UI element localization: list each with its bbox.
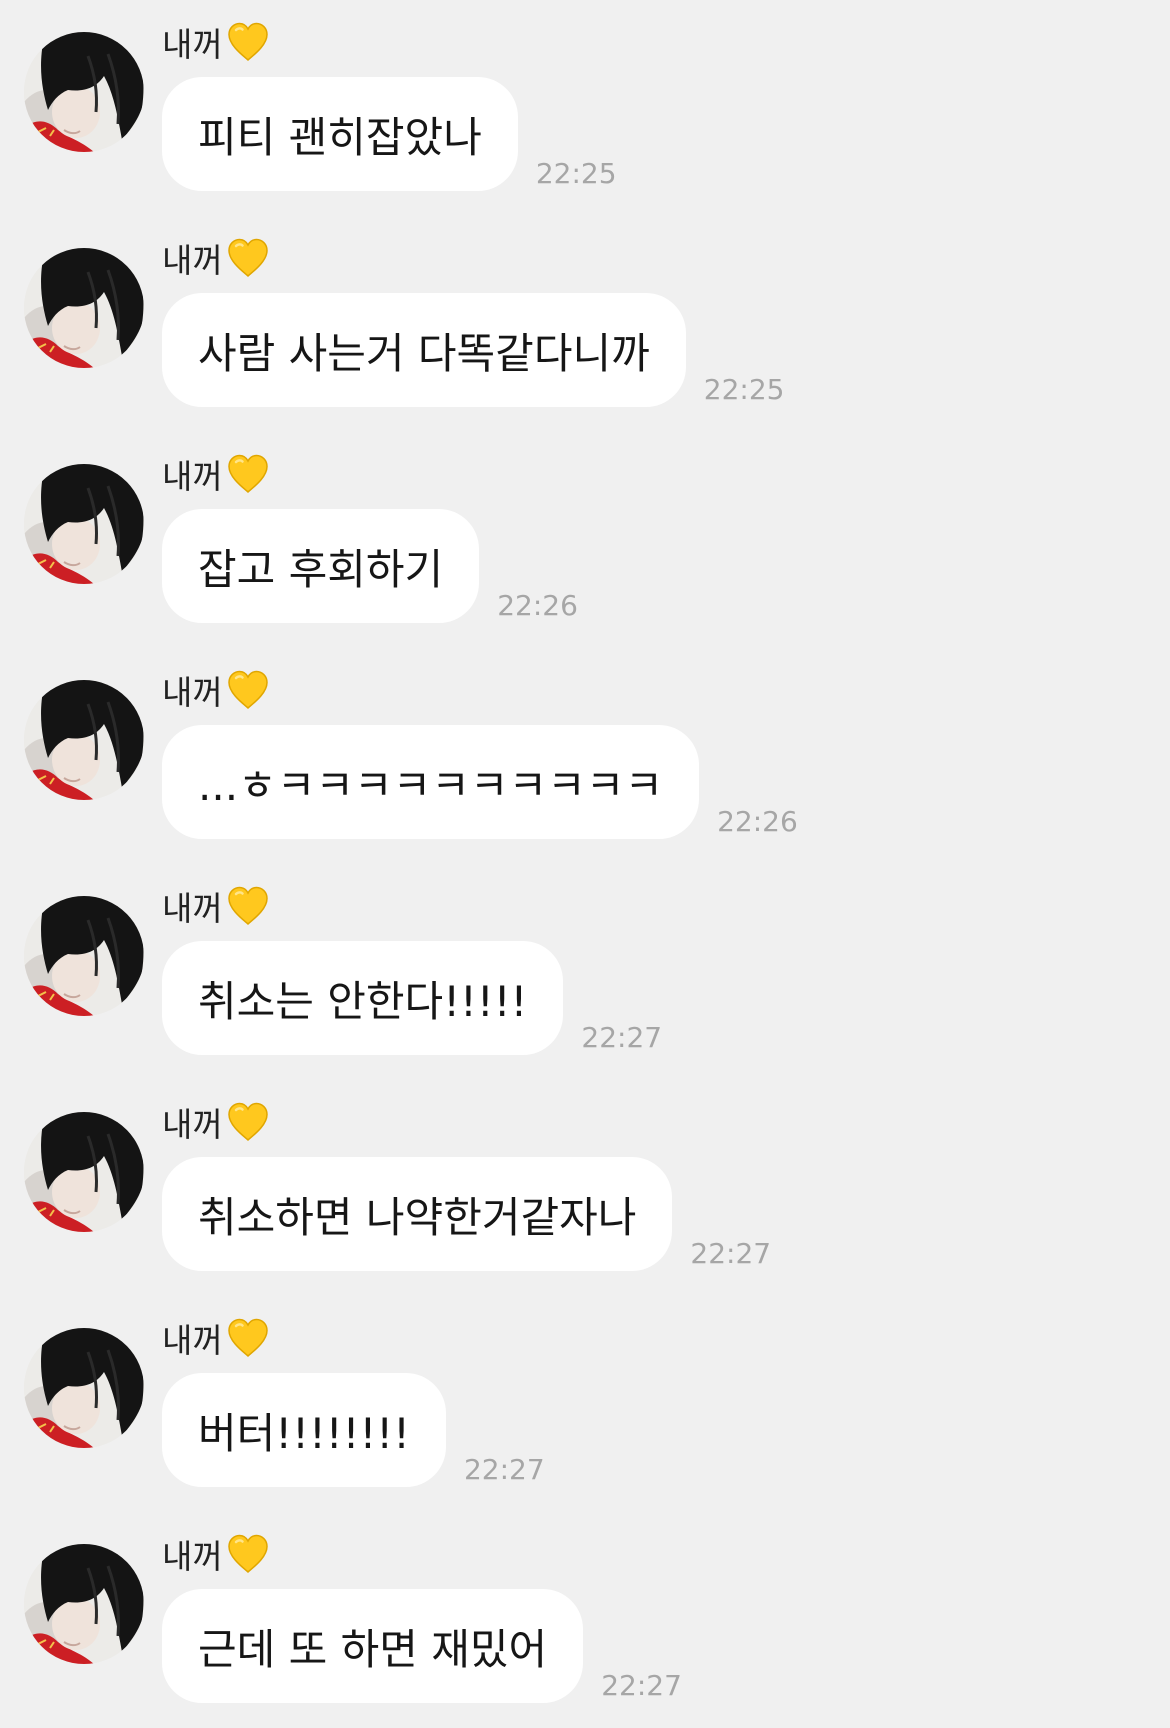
sender-avatar[interactable] <box>24 464 144 584</box>
message-row: ...ㅎㅋㅋㅋㅋㅋㅋㅋㅋㅋㅋ 22:26 <box>162 725 798 839</box>
chat-message: 내꺼 버터!!!!!!!! 22:27 <box>0 1296 1170 1512</box>
message-bubble[interactable]: 취소는 안한다!!!!! <box>162 941 564 1055</box>
yellow-heart-icon <box>225 1099 271 1145</box>
sender-name-row: 내꺼 <box>162 1314 271 1362</box>
sender-name-row: 내꺼 <box>162 450 271 498</box>
sender-name-row: 내꺼 <box>162 18 271 66</box>
message-bubble[interactable]: 버터!!!!!!!! <box>162 1373 446 1487</box>
sender-name: 내꺼 <box>162 25 223 64</box>
yellow-heart-icon <box>225 235 271 281</box>
sender-name-row: 내꺼 <box>162 882 271 930</box>
yellow-heart-icon <box>225 451 271 497</box>
chat-message: 내꺼 사람 사는거 다똑같다니까 22:25 <box>0 216 1170 432</box>
sender-avatar[interactable] <box>24 680 144 800</box>
sender-name-row: 내꺼 <box>162 1098 271 1146</box>
sender-avatar[interactable] <box>24 1544 144 1664</box>
chat-message: 내꺼 잡고 후회하기 22:26 <box>0 432 1170 648</box>
message-bubble[interactable]: 피티 괜히잡았나 <box>162 77 518 191</box>
sender-name: 내꺼 <box>162 1321 223 1360</box>
message-time: 22:27 <box>690 1237 772 1270</box>
sender-name-row: 내꺼 <box>162 1530 271 1578</box>
sender-name: 내꺼 <box>162 241 223 280</box>
message-row: 피티 괜히잡았나 22:25 <box>162 77 617 191</box>
message-bubble[interactable]: 사람 사는거 다똑같다니까 <box>162 293 686 407</box>
yellow-heart-icon <box>225 1315 271 1361</box>
chat-message: 내꺼 취소는 안한다!!!!! 22:27 <box>0 864 1170 1080</box>
chat-message: 내꺼 취소하면 나약한거같자나 22:27 <box>0 1080 1170 1296</box>
yellow-heart-icon <box>225 19 271 65</box>
message-time: 22:27 <box>463 1453 545 1486</box>
chat-message-list[interactable]: 내꺼 피티 괜히잡았나 22:25 내꺼 사람 사는거 다똑같다니까 22:25… <box>0 0 1170 1728</box>
sender-name: 내꺼 <box>162 1105 223 1144</box>
yellow-heart-icon <box>225 667 271 713</box>
sender-name-row: 내꺼 <box>162 234 271 282</box>
message-time: 22:26 <box>497 589 578 622</box>
message-row: 취소하면 나약한거같자나 22:27 <box>162 1157 771 1271</box>
sender-avatar[interactable] <box>24 32 144 152</box>
sender-name-row: 내꺼 <box>162 666 271 714</box>
sender-avatar[interactable] <box>24 248 144 368</box>
chat-message: 내꺼 근데 또 하면 재밌어 22:27 <box>0 1512 1170 1728</box>
message-row: 취소는 안한다!!!!! 22:27 <box>162 941 662 1055</box>
message-bubble[interactable]: ...ㅎㅋㅋㅋㅋㅋㅋㅋㅋㅋㅋ <box>162 725 700 839</box>
sender-name: 내꺼 <box>162 889 223 928</box>
chat-message: 내꺼 피티 괜히잡았나 22:25 <box>0 0 1170 216</box>
yellow-heart-icon <box>225 1531 271 1577</box>
message-time: 22:25 <box>535 157 617 190</box>
message-row: 잡고 후회하기 22:26 <box>162 509 578 623</box>
message-bubble[interactable]: 잡고 후회하기 <box>162 509 480 623</box>
message-row: 근데 또 하면 재밌어 22:27 <box>162 1589 682 1703</box>
yellow-heart-icon <box>225 883 271 929</box>
sender-avatar[interactable] <box>24 896 144 1016</box>
message-time: 22:26 <box>717 805 798 838</box>
message-bubble[interactable]: 취소하면 나약한거같자나 <box>162 1157 673 1271</box>
sender-name: 내꺼 <box>162 457 223 496</box>
message-time: 22:27 <box>601 1669 682 1702</box>
sender-avatar[interactable] <box>24 1328 144 1448</box>
message-time: 22:25 <box>703 373 785 406</box>
message-row: 사람 사는거 다똑같다니까 22:25 <box>162 293 784 407</box>
sender-name: 내꺼 <box>162 1537 223 1576</box>
message-row: 버터!!!!!!!! 22:27 <box>162 1373 545 1487</box>
sender-avatar[interactable] <box>24 1112 144 1232</box>
sender-name: 내꺼 <box>162 673 223 712</box>
message-bubble[interactable]: 근데 또 하면 재밌어 <box>162 1589 584 1703</box>
chat-message: 내꺼 ...ㅎㅋㅋㅋㅋㅋㅋㅋㅋㅋㅋ 22:26 <box>0 648 1170 864</box>
message-time: 22:27 <box>581 1021 663 1054</box>
